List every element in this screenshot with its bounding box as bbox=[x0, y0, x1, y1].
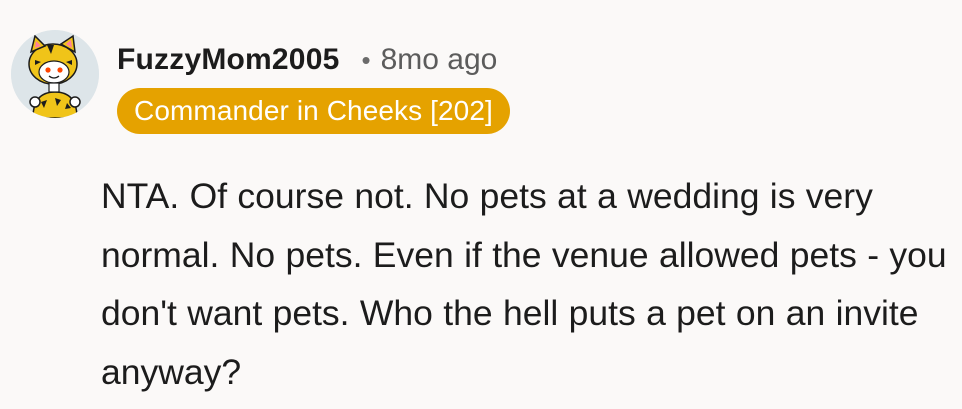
comment: FuzzyMom2005 • 8mo ago Commander in Chee… bbox=[0, 0, 962, 409]
meta-separator: • bbox=[361, 44, 371, 75]
comment-body: NTA. Of course not. No pets at a wedding… bbox=[101, 176, 947, 392]
snoo-avatar-icon bbox=[11, 30, 99, 118]
comment-timestamp[interactable]: 8mo ago bbox=[381, 43, 498, 77]
user-flair-badge: Commander in Cheeks [202] bbox=[117, 88, 510, 134]
author-username[interactable]: FuzzyMom2005 bbox=[117, 43, 339, 77]
avatar[interactable] bbox=[11, 30, 99, 118]
user-flair-text: Commander in Cheeks [202] bbox=[134, 95, 493, 126]
comment-meta: FuzzyMom2005 • 8mo ago bbox=[117, 38, 497, 82]
